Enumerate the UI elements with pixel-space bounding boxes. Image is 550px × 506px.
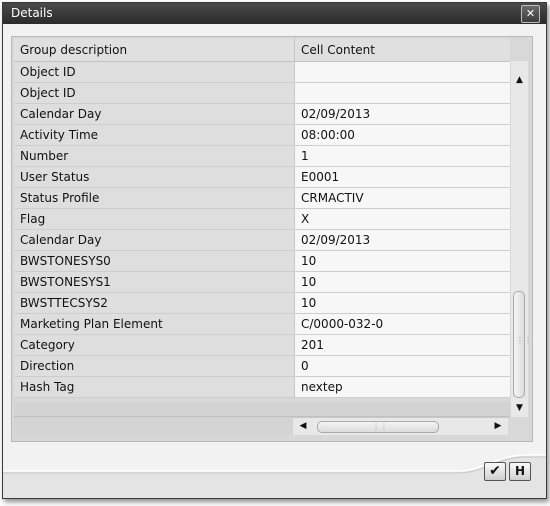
group-description-cell: Flag bbox=[14, 209, 295, 229]
table-row[interactable]: Flag X bbox=[14, 209, 510, 230]
cell-content-value: X bbox=[295, 209, 510, 229]
cell-content-value: CRMACTIV bbox=[295, 188, 510, 208]
close-button[interactable]: ✕ bbox=[521, 5, 540, 23]
cell-content-value: C/0000-032-0 bbox=[295, 314, 510, 334]
group-description-cell: User Status bbox=[14, 167, 295, 187]
horizontal-scrollbar[interactable]: ◀ ⋮⋮ ▶ bbox=[293, 417, 508, 435]
column-header-group-description[interactable]: Group description bbox=[14, 39, 295, 61]
table-row[interactable]: Calendar Day 02/09/2013 bbox=[14, 104, 510, 125]
group-description-cell: BWSTONESYS1 bbox=[14, 272, 295, 292]
group-description-cell: Direction bbox=[14, 356, 295, 376]
scroll-left-icon[interactable]: ◀ bbox=[296, 418, 310, 435]
cell-content-value: 10 bbox=[295, 251, 510, 271]
table-row[interactable]: Status Profile CRMACTIV bbox=[14, 188, 510, 209]
cell-content-value: 201 bbox=[295, 335, 510, 355]
group-description-cell: Object ID bbox=[14, 62, 295, 82]
table-body: Object ID Object ID Calendar Day 02/09/2013… bbox=[14, 62, 510, 398]
group-description-cell: Number bbox=[14, 146, 295, 166]
group-description-cell: BWSTONESYS0 bbox=[14, 251, 295, 271]
horizontal-scroll-thumb[interactable]: ⋮⋮ bbox=[317, 421, 439, 433]
table-row[interactable]: BWSTONESYS0 10 bbox=[14, 251, 510, 272]
table-row[interactable]: Activity Time 08:00:00 bbox=[14, 125, 510, 146]
cell-content-value: 10 bbox=[295, 293, 510, 313]
column-header-cell-content[interactable]: Cell Content bbox=[295, 39, 507, 61]
cell-content-value: nextep bbox=[295, 377, 510, 397]
group-description-cell: Marketing Plan Element bbox=[14, 314, 295, 334]
cell-content-value: 0 bbox=[295, 356, 510, 376]
table-row[interactable]: Marketing Plan Element C/0000-032-0 bbox=[14, 314, 510, 335]
cell-content-value: E0001 bbox=[295, 167, 510, 187]
group-description-cell: Category bbox=[14, 335, 295, 355]
horizontal-scroll-filler bbox=[14, 417, 293, 435]
table-row[interactable]: User Status E0001 bbox=[14, 167, 510, 188]
group-description-cell: Calendar Day bbox=[14, 230, 295, 250]
grip-icon: ⋮⋮ bbox=[516, 336, 532, 345]
cell-content-value: 10 bbox=[295, 272, 510, 292]
cell-content-value: 1 bbox=[295, 146, 510, 166]
table-empty-row bbox=[14, 402, 510, 417]
title-bar: Details ✕ bbox=[3, 3, 546, 24]
table-row[interactable]: Direction 0 bbox=[14, 356, 510, 377]
table-row[interactable]: Object ID bbox=[14, 83, 510, 104]
cell-content-value: 02/09/2013 bbox=[295, 230, 510, 250]
table-row[interactable]: Calendar Day 02/09/2013 bbox=[14, 230, 510, 251]
help-icon: H bbox=[514, 464, 526, 478]
cell-content-value bbox=[295, 62, 510, 82]
table-row[interactable]: BWSTTECSYS2 10 bbox=[14, 293, 510, 314]
confirm-button[interactable]: ✔ bbox=[484, 462, 506, 481]
group-description-cell: Activity Time bbox=[14, 125, 295, 145]
table-header: Group description Cell Content bbox=[14, 39, 510, 62]
table-row[interactable]: BWSTONESYS1 10 bbox=[14, 272, 510, 293]
help-button[interactable]: H bbox=[509, 462, 531, 481]
group-description-cell: Calendar Day bbox=[14, 104, 295, 124]
vertical-scrollbar[interactable]: ▲ ⋮⋮ ▼ bbox=[511, 61, 532, 417]
group-description-cell: Hash Tag bbox=[14, 377, 295, 397]
details-dialog: Details ✕ Group description Cell Content… bbox=[2, 2, 547, 499]
checkmark-icon: ✔ bbox=[489, 463, 501, 479]
cell-content-value: 02/09/2013 bbox=[295, 104, 510, 124]
scroll-down-icon[interactable]: ▼ bbox=[511, 401, 528, 415]
group-description-cell: Object ID bbox=[14, 83, 295, 103]
grip-icon: ⋮⋮ bbox=[372, 422, 388, 431]
table-row[interactable]: Object ID bbox=[14, 62, 510, 83]
cell-content-value bbox=[295, 83, 510, 103]
details-table: Group description Cell Content Object ID… bbox=[11, 36, 533, 442]
table-row[interactable]: Hash Tag nextep bbox=[14, 377, 510, 398]
footer-decoration bbox=[3, 454, 546, 498]
cell-content-value: 08:00:00 bbox=[295, 125, 510, 145]
group-description-cell: Status Profile bbox=[14, 188, 295, 208]
scroll-up-icon[interactable]: ▲ bbox=[511, 73, 528, 87]
scroll-right-icon[interactable]: ▶ bbox=[491, 418, 505, 435]
dialog-title: Details bbox=[11, 6, 53, 20]
table-row[interactable]: Category 201 bbox=[14, 335, 510, 356]
vertical-scroll-thumb[interactable]: ⋮⋮ bbox=[513, 291, 532, 398]
table-row[interactable]: Number 1 bbox=[14, 146, 510, 167]
group-description-cell: BWSTTECSYS2 bbox=[14, 293, 295, 313]
